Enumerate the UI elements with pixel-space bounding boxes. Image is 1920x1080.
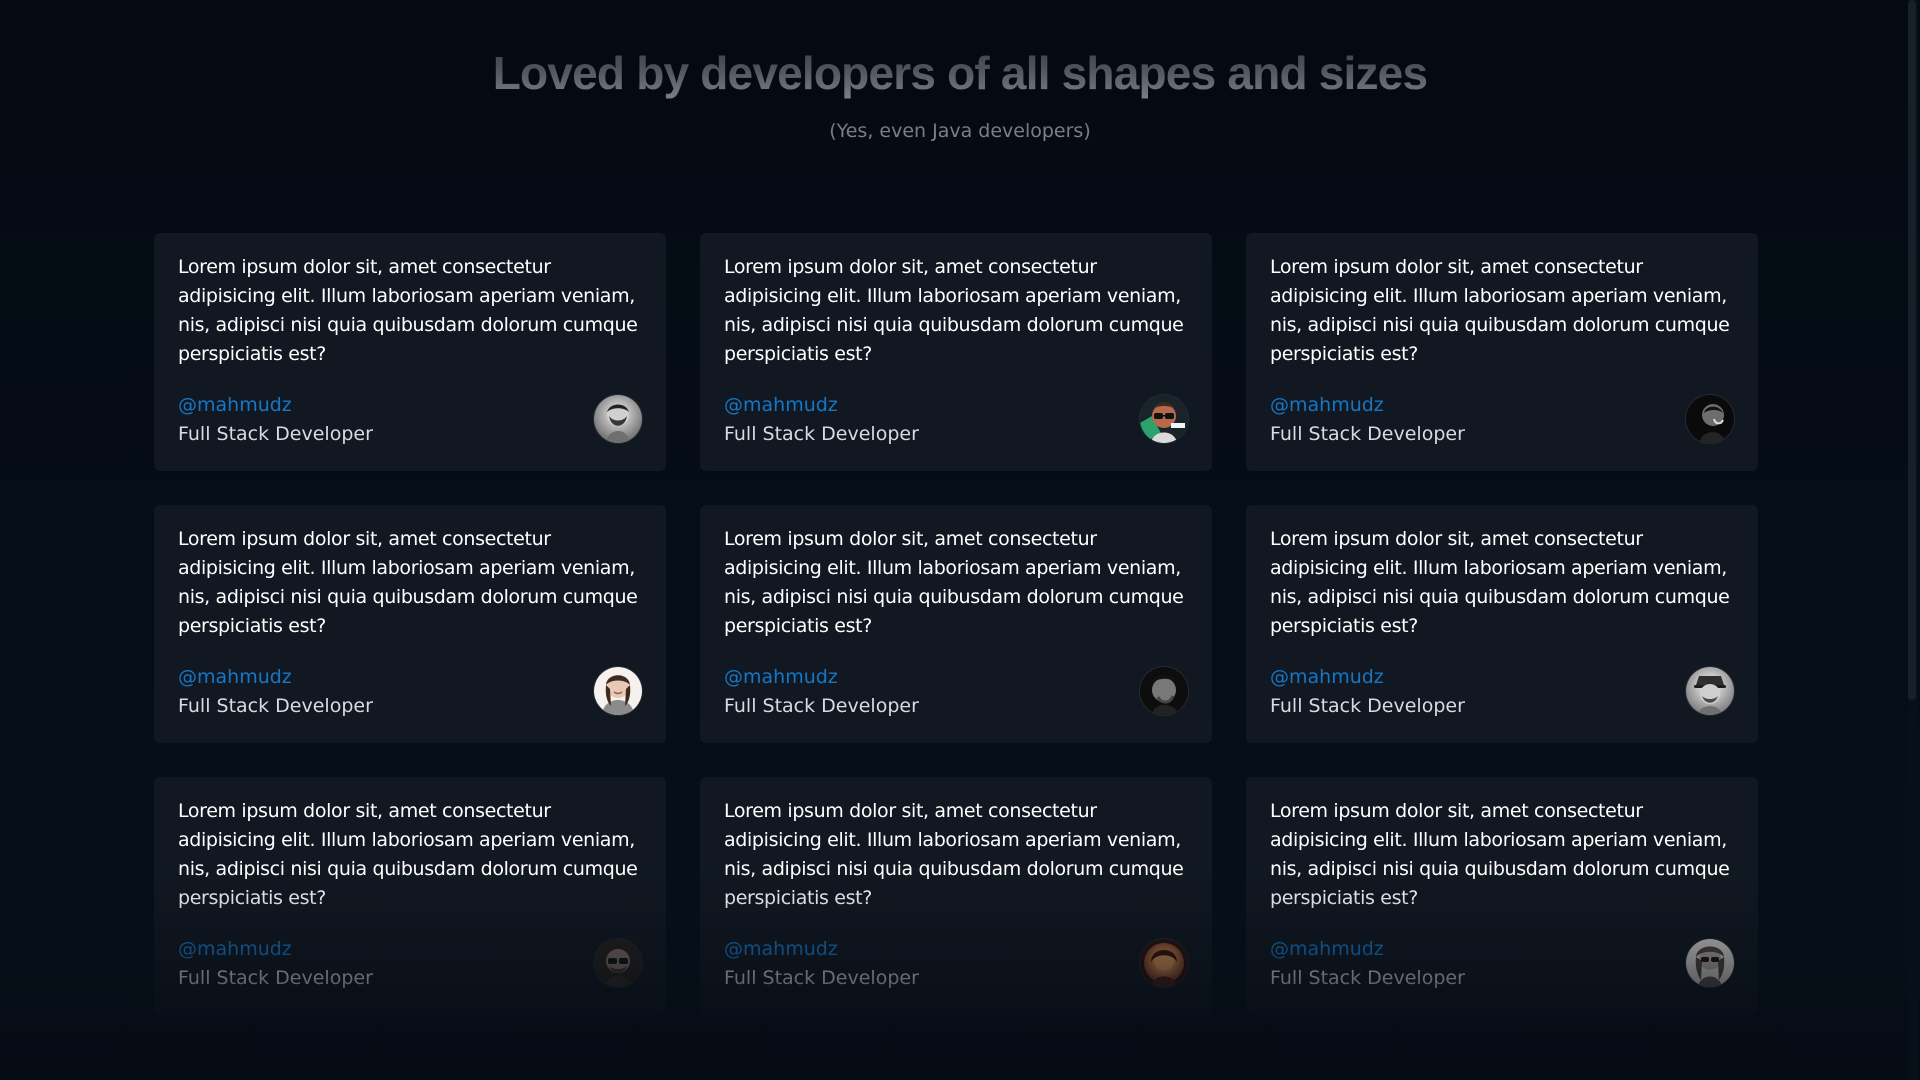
author-handle-link[interactable]: @mahmudz [1270, 936, 1465, 962]
testimonial-quote: Lorem ipsum dolor sit, amet consectetur … [724, 256, 1184, 365]
man-dark-portrait-photo-icon [1686, 395, 1734, 443]
man-with-glasses-photo-icon [1140, 395, 1188, 443]
page-scrollbar[interactable] [1908, 0, 1918, 1080]
author-handle-link[interactable]: @mahmudz [724, 664, 919, 690]
author-handle-link[interactable]: @mahmudz [724, 392, 919, 418]
author-role: Full Stack Developer [1270, 423, 1465, 445]
testimonial-quote: Lorem ipsum dolor sit, amet consectetur … [178, 528, 638, 637]
testimonial-card: Lorem ipsum dolor sit, amet consectetur … [154, 505, 666, 743]
testimonials-grid: Lorem ipsum dolor sit, amet consectetur … [154, 233, 1758, 1015]
avatar [1686, 939, 1734, 987]
author-role: Full Stack Developer [724, 967, 919, 989]
testimonial-card: Lorem ipsum dolor sit, amet consectetur … [700, 233, 1212, 471]
testimonial-quote: Lorem ipsum dolor sit, amet consectetur … [1270, 256, 1730, 365]
testimonial-meta: @mahmudz Full Stack Developer [1270, 664, 1465, 719]
man-dark-hair-photo-icon [1140, 667, 1188, 715]
author-role: Full Stack Developer [1270, 967, 1465, 989]
author-role: Full Stack Developer [724, 695, 919, 717]
testimonial-card: Lorem ipsum dolor sit, amet consectetur … [154, 777, 666, 1015]
section-header: Loved by developers of all shapes and si… [0, 46, 1920, 142]
testimonial-quote: Lorem ipsum dolor sit, amet consectetur … [724, 528, 1184, 637]
author-role: Full Stack Developer [178, 967, 373, 989]
testimonial-meta: @mahmudz Full Stack Developer [1270, 936, 1465, 991]
man-with-hat-photo-icon [1686, 667, 1734, 715]
testimonial-quote: Lorem ipsum dolor sit, amet consectetur … [1270, 528, 1730, 637]
testimonial-card: Lorem ipsum dolor sit, amet consectetur … [1246, 233, 1758, 471]
author-handle-link[interactable]: @mahmudz [1270, 392, 1465, 418]
avatar [594, 939, 642, 987]
author-handle-link[interactable]: @mahmudz [178, 664, 373, 690]
testimonial-meta: @mahmudz Full Stack Developer [178, 664, 373, 719]
woman-smiling-photo-icon [594, 667, 642, 715]
testimonial-meta: @mahmudz Full Stack Developer [1270, 392, 1465, 447]
testimonial-card: Lorem ipsum dolor sit, amet consectetur … [1246, 777, 1758, 1015]
author-role: Full Stack Developer [178, 695, 373, 717]
testimonial-card: Lorem ipsum dolor sit, amet consectetur … [700, 777, 1212, 1015]
avatar [1140, 667, 1188, 715]
author-handle-link[interactable]: @mahmudz [1270, 664, 1465, 690]
testimonial-card: Lorem ipsum dolor sit, amet consectetur … [1246, 505, 1758, 743]
testimonial-meta: @mahmudz Full Stack Developer [178, 392, 373, 447]
testimonial-meta: @mahmudz Full Stack Developer [178, 936, 373, 991]
man-with-sunglasses-photo-icon [594, 939, 642, 987]
avatar [594, 667, 642, 715]
testimonial-card: Lorem ipsum dolor sit, amet consectetur … [700, 505, 1212, 743]
author-handle-link[interactable]: @mahmudz [178, 392, 373, 418]
author-role: Full Stack Developer [178, 423, 373, 445]
testimonial-meta: @mahmudz Full Stack Developer [724, 392, 919, 447]
author-handle-link[interactable]: @mahmudz [178, 936, 373, 962]
avatar [594, 395, 642, 443]
testimonial-quote: Lorem ipsum dolor sit, amet consectetur … [178, 256, 638, 365]
author-role: Full Stack Developer [1270, 695, 1465, 717]
testimonial-meta: @mahmudz Full Stack Developer [724, 664, 919, 719]
section-title: Loved by developers of all shapes and si… [492, 47, 1428, 99]
avatar [1140, 395, 1188, 443]
author-handle-link[interactable]: @mahmudz [724, 936, 919, 962]
woman-orange-light-photo-icon [1140, 939, 1188, 987]
testimonials-page: Loved by developers of all shapes and si… [0, 0, 1920, 1080]
author-role: Full Stack Developer [724, 423, 919, 445]
testimonial-quote: Lorem ipsum dolor sit, amet consectetur … [724, 800, 1184, 909]
avatar [1686, 667, 1734, 715]
avatar [1686, 395, 1734, 443]
man-with-beard-photo-icon [594, 395, 642, 443]
testimonial-card: Lorem ipsum dolor sit, amet consectetur … [154, 233, 666, 471]
avatar [1140, 939, 1188, 987]
testimonial-quote: Lorem ipsum dolor sit, amet consectetur … [1270, 800, 1730, 909]
page-scrollbar-thumb[interactable] [1908, 0, 1916, 700]
testimonial-meta: @mahmudz Full Stack Developer [724, 936, 919, 991]
section-subtitle: (Yes, even Java developers) [829, 120, 1091, 142]
testimonial-quote: Lorem ipsum dolor sit, amet consectetur … [178, 800, 638, 909]
woman-with-sunglasses-photo-icon [1686, 939, 1734, 987]
testimonials-grid-area: Lorem ipsum dolor sit, amet consectetur … [154, 233, 1758, 1015]
